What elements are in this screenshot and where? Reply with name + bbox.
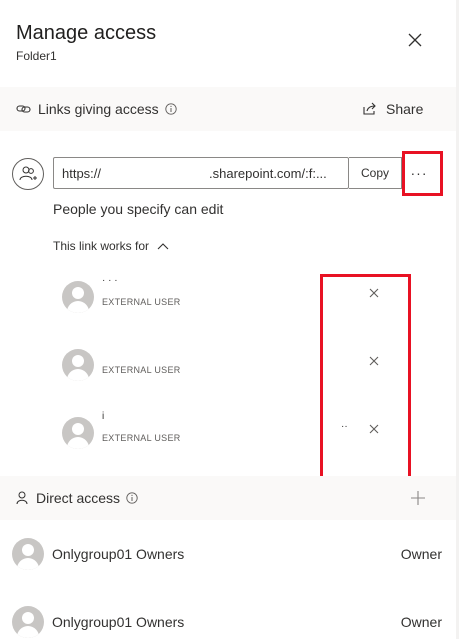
- member-name: Onlygroup01 Owners: [52, 546, 185, 562]
- link-permission-description: People you specify can edit: [53, 201, 224, 217]
- link-icon: [16, 103, 32, 115]
- share-icon: [363, 102, 376, 115]
- panel-subtitle: Folder1: [16, 49, 57, 63]
- plus-icon: [411, 491, 425, 505]
- chevron-up-icon: [157, 242, 169, 250]
- info-icon[interactable]: [126, 492, 138, 504]
- external-user-name: i: [102, 411, 105, 422]
- external-user-type: EXTERNAL USER: [102, 365, 181, 375]
- close-button[interactable]: [402, 27, 428, 53]
- external-user-type: EXTERNAL USER: [102, 297, 181, 307]
- external-user-type: EXTERNAL USER: [102, 433, 181, 443]
- info-icon[interactable]: [164, 103, 177, 115]
- member-role[interactable]: Owner: [401, 546, 442, 562]
- share-link-url-field[interactable]: https:// .sharepoint.com/:f:...: [53, 157, 349, 189]
- direct-access-member[interactable]: Onlygroup01 Owners Owner: [12, 538, 442, 572]
- avatar: [12, 538, 44, 570]
- avatar: [12, 606, 44, 638]
- avatar: [62, 417, 94, 449]
- url-domain: .sharepoint.com/:f:...: [209, 166, 327, 181]
- links-section-header: Links giving access Share: [0, 87, 459, 131]
- avatar: [62, 281, 94, 313]
- member-name: Onlygroup01 Owners: [52, 614, 185, 630]
- member-role[interactable]: Owner: [401, 614, 442, 630]
- direct-access-section-header: Direct access: [0, 476, 459, 520]
- links-section-label: Links giving access: [38, 101, 159, 117]
- more-options-highlight: [402, 151, 443, 196]
- copy-link-button[interactable]: Copy: [349, 157, 402, 189]
- link-works-for-toggle[interactable]: This link works for: [53, 239, 169, 253]
- direct-access-member[interactable]: Onlygroup01 Owners Owner: [12, 606, 442, 639]
- direct-access-label: Direct access: [36, 490, 121, 506]
- works-for-label: This link works for: [53, 239, 150, 253]
- share-label: Share: [386, 101, 424, 117]
- add-direct-access-button[interactable]: [407, 487, 429, 509]
- external-user-name: · · ·: [102, 275, 118, 286]
- avatar: [62, 349, 94, 381]
- share-button[interactable]: Share: [362, 87, 423, 131]
- remove-buttons-highlight: [320, 274, 411, 488]
- manage-access-panel: Manage access Folder1 Links giving acces…: [0, 0, 459, 639]
- person-icon: [16, 491, 30, 505]
- url-prefix: https://: [62, 166, 102, 181]
- link-people-icon: [12, 158, 44, 190]
- close-icon: [408, 33, 422, 47]
- panel-title: Manage access: [16, 22, 157, 44]
